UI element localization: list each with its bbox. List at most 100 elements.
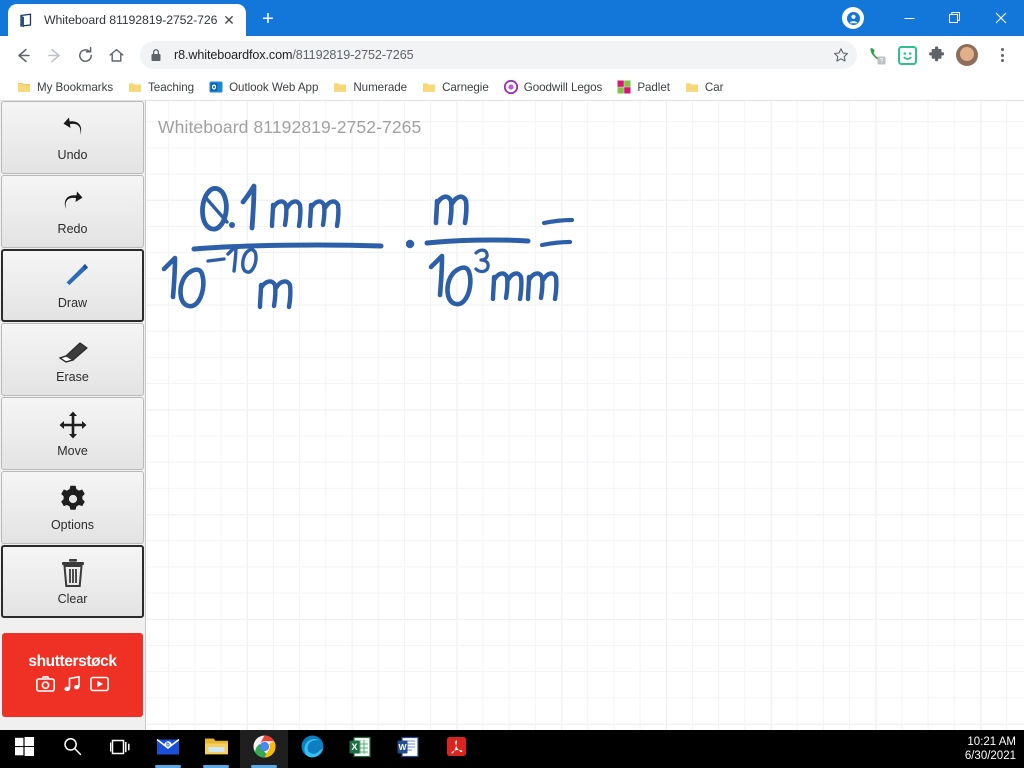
folder-icon [17,80,31,94]
music-icon [64,675,81,697]
purple-circle-icon [503,79,518,95]
ad-brand-text: shutterstøck [28,653,117,670]
search-button[interactable] [48,730,96,768]
handwritten-equation [161,183,575,310]
tool-label: Options [50,517,95,532]
task-view-button[interactable] [96,730,144,768]
tab-title: Whiteboard 81192819-2752-726 [44,13,218,27]
window-controls [842,0,1024,36]
whiteboard-page-icon [18,12,35,29]
navigation-toolbar: r8.whiteboardfox.com/81192819-2752-7265 … [0,36,1024,74]
tool-move[interactable]: Move [1,397,144,470]
taskbar-clock[interactable]: 10:21 AM 6/30/2021 [965,730,1016,768]
eraser-icon [56,336,90,366]
undo-arrow-icon [58,114,88,144]
folder-icon [333,80,347,94]
address-bar[interactable]: r8.whiteboardfox.com/81192819-2752-7265 [140,41,857,69]
ad-icon-row [36,675,109,697]
video-icon [90,676,109,697]
close-window-button[interactable] [978,0,1024,36]
bookmark-star-icon[interactable] [829,43,853,67]
minimize-button[interactable] [886,0,932,36]
tab-strip: Whiteboard 81192819-2752-726 ✕ + [0,0,1024,36]
svg-text:W: W [398,742,407,752]
home-icon[interactable] [101,40,131,70]
acrobat-icon [446,736,467,762]
bookmark-label: My Bookmarks [37,80,114,94]
edge-icon [301,735,324,763]
bookmark-teaching[interactable]: Teaching [121,76,201,98]
extension-icons: ? [866,42,1016,68]
acrobat-app[interactable] [432,730,480,768]
bookmark-label: Car [704,80,724,94]
bookmark-outlook-web-app[interactable]: Outlook Web App [202,76,325,98]
smiley-extension-icon[interactable] [896,44,918,66]
bookmark-numerade[interactable]: Numerade [326,76,414,98]
tool-label: Undo [57,147,88,162]
page-content: Undo Redo Draw Erase Move Options Clear … [0,101,1024,730]
puzzle-extensions-icon[interactable] [926,44,948,66]
close-icon[interactable]: ✕ [220,11,238,29]
tool-clear[interactable]: Clear [1,545,144,618]
three-dot-menu-icon[interactable] [990,42,1014,68]
maximize-button[interactable] [932,0,978,36]
lock-icon [150,48,164,62]
trash-icon [59,558,87,588]
camera-icon [36,676,55,697]
url-text: r8.whiteboardfox.com/81192819-2752-7265 [174,48,414,62]
windows-taskbar: b X W 10:21 AM 6/30/2021 [0,730,1024,768]
new-tab-button[interactable]: + [254,5,282,33]
shutterstock-ad[interactable]: shutterstøck [2,633,143,717]
word-app[interactable]: W [384,730,432,768]
chrome-app[interactable] [240,730,288,768]
bookmark-label: Numerade [353,80,408,94]
bookmark-label: Teaching [148,80,195,94]
reload-icon[interactable] [70,40,100,70]
bookmark-label: Goodwill Legos [523,80,603,94]
gear-icon [59,484,87,514]
tool-label: Clear [57,591,88,606]
bookmark-label: Padlet [637,80,670,94]
forward-arrow-icon[interactable] [39,40,69,70]
call-extension-icon[interactable]: ? [866,44,888,66]
clock-time: 10:21 AM [967,736,1016,748]
bookmark-label: Carnegie [442,80,489,94]
bookmark-padlet[interactable]: Padlet [610,76,677,98]
start-button[interactable] [0,730,48,768]
bookmark-carnegie[interactable]: Carnegie [415,76,496,98]
pencil-icon [56,262,90,292]
file-explorer-app[interactable] [192,730,240,768]
word-icon: W [397,736,419,763]
task-view-icon [109,738,131,761]
tool-erase[interactable]: Erase [1,323,144,396]
svg-text:X: X [351,742,357,752]
bookmark-my-bookmarks[interactable]: My Bookmarks [10,76,120,98]
bookmark-car[interactable]: Car [678,76,731,98]
folder-icon [128,80,142,94]
excel-icon: X [349,736,371,763]
tool-label: Move [57,443,88,458]
bluemail-app[interactable]: b [144,730,192,768]
edge-app[interactable] [288,730,336,768]
outlook-icon [209,80,223,94]
profile-avatar[interactable] [956,44,978,66]
whiteboard-canvas[interactable]: Whiteboard 81192819-2752-7265 [146,101,1024,730]
folder-icon [422,80,436,94]
blue-mail-icon: b [156,736,180,762]
tool-draw[interactable]: Draw [1,249,144,322]
bookmark-goodwill-legos[interactable]: Goodwill Legos [497,76,610,98]
url-path: /81192819-2752-7265 [292,48,414,62]
chrome-icon [253,735,276,763]
browser-tab[interactable]: Whiteboard 81192819-2752-726 ✕ [8,4,246,36]
excel-app[interactable]: X [336,730,384,768]
back-arrow-icon[interactable] [8,40,38,70]
tool-redo[interactable]: Redo [1,175,144,248]
tool-undo[interactable]: Undo [1,101,144,174]
user-badge-icon[interactable] [842,7,864,29]
move-arrows-icon [59,410,87,440]
tool-options[interactable]: Options [1,471,144,544]
tool-label: Erase [56,369,89,384]
padlet-icon [617,80,631,94]
bookmark-label: Outlook Web App [229,80,319,94]
folder-icon [685,80,699,94]
